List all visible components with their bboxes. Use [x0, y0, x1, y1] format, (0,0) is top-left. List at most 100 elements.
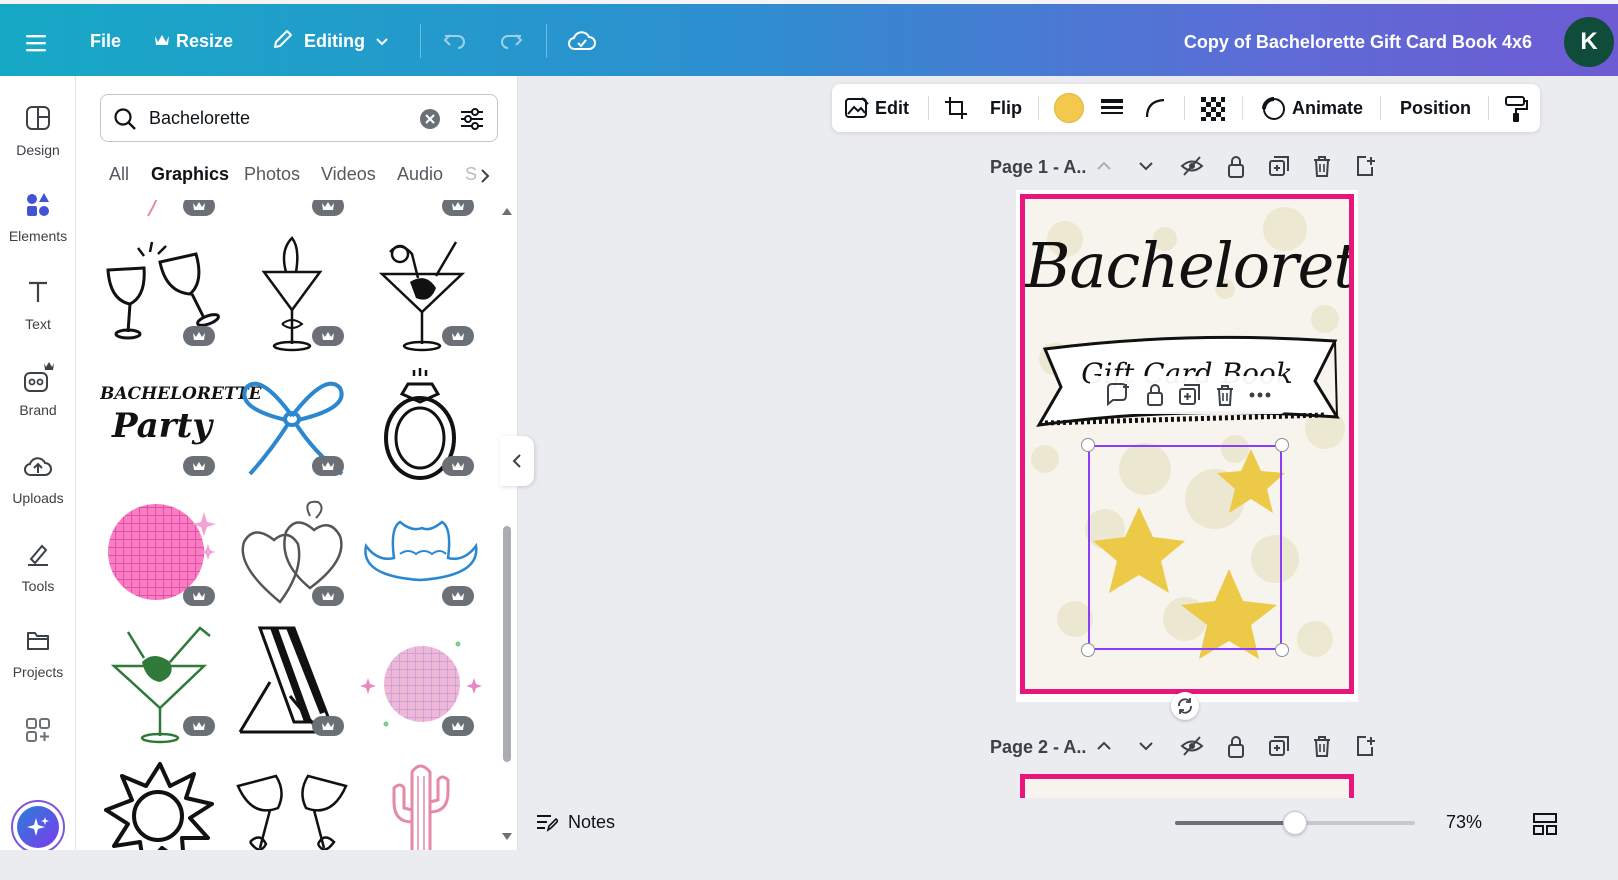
scroll-down-icon[interactable] — [501, 832, 513, 842]
border-style-icon[interactable] — [1100, 97, 1124, 124]
rail-label-brand: Brand — [19, 402, 57, 418]
zoom-slider-handle[interactable] — [1283, 811, 1307, 835]
lock-icon[interactable] — [1226, 735, 1246, 759]
animate-button[interactable]: Animate — [1292, 98, 1363, 119]
rail-label-projects: Projects — [12, 664, 64, 680]
page2-label[interactable]: Page 2 - A.. — [990, 737, 1086, 758]
delete-page-icon[interactable] — [1312, 155, 1332, 177]
lock-icon[interactable] — [1226, 155, 1246, 179]
corner-rounding-icon[interactable] — [1144, 97, 1166, 124]
scroll-up-icon[interactable] — [501, 206, 513, 216]
document-title[interactable]: Copy of Bachelorette Gift Card Book 4x6 — [1184, 32, 1532, 53]
page-title-text[interactable]: Bachelorette — [1025, 229, 1349, 302]
premium-crown-icon — [183, 200, 215, 216]
duplicate-element-icon[interactable] — [1178, 383, 1202, 407]
premium-crown-icon — [183, 456, 215, 476]
paint-roller-icon[interactable] — [1504, 95, 1528, 128]
tab-all[interactable]: All — [109, 164, 129, 185]
hide-page-icon[interactable] — [1180, 155, 1204, 177]
add-page-icon[interactable] — [1354, 735, 1376, 757]
duplicate-page-icon[interactable] — [1268, 155, 1290, 177]
resize-handle-top-right[interactable] — [1275, 438, 1289, 452]
clear-search-icon[interactable] — [419, 108, 441, 135]
filter-icon[interactable] — [459, 106, 485, 137]
resize-label: Resize — [176, 30, 234, 51]
crop-icon[interactable] — [944, 96, 968, 125]
collapse-panel-button[interactable] — [500, 436, 534, 486]
move-up-icon[interactable] — [1096, 159, 1112, 173]
party-lettering: Party — [111, 406, 213, 446]
flip-button[interactable]: Flip — [990, 98, 1022, 119]
resize-handle-bottom-left[interactable] — [1081, 643, 1095, 657]
tab-videos[interactable]: Videos — [321, 164, 376, 185]
position-button[interactable]: Position — [1400, 98, 1471, 119]
menu-icon[interactable] — [24, 28, 50, 58]
tab-more[interactable]: S — [465, 164, 477, 185]
sparkle-icon — [17, 806, 59, 848]
chevron-right-icon[interactable] — [478, 167, 492, 190]
uploads-icon — [0, 448, 76, 484]
premium-crown-icon — [312, 326, 344, 346]
edit-image-icon[interactable] — [844, 96, 870, 125]
cloud-saved-icon[interactable] — [567, 26, 597, 56]
undo-icon[interactable] — [442, 26, 468, 56]
duplicate-page-icon[interactable] — [1268, 735, 1290, 757]
zoom-percent[interactable]: 73% — [1446, 812, 1482, 833]
avatar[interactable]: K — [1564, 17, 1614, 67]
projects-icon — [0, 622, 76, 658]
redo-icon[interactable] — [498, 26, 524, 56]
selection-box[interactable] — [1088, 445, 1282, 650]
chevron-left-icon — [512, 454, 521, 468]
tab-audio[interactable]: Audio — [397, 164, 443, 185]
tab-photos[interactable]: Photos — [244, 164, 300, 185]
search-input[interactable]: Bachelorette — [149, 108, 250, 129]
rail-item-design[interactable]: Design — [0, 100, 76, 158]
search-box[interactable]: Bachelorette — [100, 94, 498, 142]
rail-item-tools[interactable]: Tools — [0, 536, 76, 594]
hide-page-icon[interactable] — [1180, 735, 1204, 757]
notes-button[interactable]: Notes — [536, 812, 615, 833]
delete-element-icon[interactable] — [1215, 384, 1235, 406]
elements-icon — [0, 186, 76, 222]
premium-crown-icon — [183, 586, 215, 606]
rail-item-projects[interactable]: Projects — [0, 622, 76, 680]
resize-handle-bottom-right[interactable] — [1275, 643, 1289, 657]
tab-graphics[interactable]: Graphics — [151, 164, 229, 185]
rail-item-uploads[interactable]: Uploads — [0, 448, 76, 506]
delete-page-icon[interactable] — [1312, 735, 1332, 757]
grid-view-icon[interactable] — [1532, 812, 1558, 836]
comment-icon[interactable] — [1104, 382, 1132, 408]
magic-assistant-button[interactable] — [11, 800, 65, 854]
toolbar-divider — [546, 24, 547, 58]
page2-header: Page 2 - A.. — [990, 733, 1375, 763]
rail-item-text[interactable]: Text — [0, 274, 76, 332]
content-tabs: All Graphics Photos Videos Audio S — [100, 164, 498, 204]
rail-item-brand[interactable]: Brand — [0, 360, 76, 418]
move-down-icon[interactable] — [1138, 739, 1154, 753]
page1-header: Page 1 - A.. — [990, 153, 1375, 183]
editing-mode-button[interactable]: Editing — [272, 26, 389, 56]
rotate-handle[interactable] — [1171, 692, 1199, 720]
resize-button[interactable]: Resize — [154, 26, 233, 56]
animate-icon[interactable] — [1260, 96, 1286, 127]
edit-button[interactable]: Edit — [875, 98, 909, 119]
move-down-icon[interactable] — [1138, 159, 1154, 173]
premium-crown-icon — [442, 586, 474, 606]
tools-icon — [0, 536, 76, 572]
rail-label-tools: Tools — [21, 578, 55, 594]
rail-item-elements[interactable]: Elements — [0, 186, 76, 244]
transparency-icon[interactable] — [1200, 96, 1226, 127]
brand-icon — [0, 360, 76, 396]
add-page-icon[interactable] — [1354, 155, 1376, 177]
premium-crown-icon — [442, 716, 474, 736]
more-options-icon[interactable] — [1248, 391, 1272, 399]
scrollbar-thumb[interactable] — [503, 526, 511, 762]
premium-crown-icon — [312, 456, 344, 476]
resize-handle-top-left[interactable] — [1081, 438, 1095, 452]
page1-label[interactable]: Page 1 - A.. — [990, 157, 1086, 178]
file-menu[interactable]: File — [90, 26, 121, 56]
lock-element-icon[interactable] — [1145, 383, 1165, 407]
color-swatch[interactable] — [1054, 93, 1084, 123]
move-up-icon[interactable] — [1096, 739, 1112, 753]
apps-icon[interactable] — [0, 712, 76, 754]
